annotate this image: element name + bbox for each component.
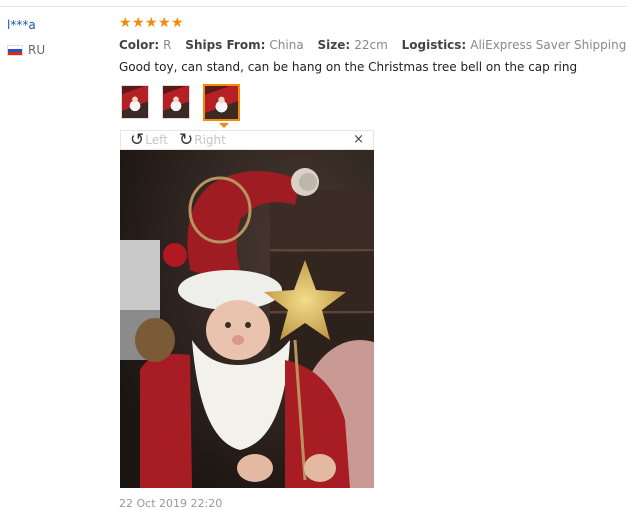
attr-key: Color: [119,38,160,52]
rotate-right-label: Right [194,133,226,147]
star-icon: ★ [119,15,132,31]
star-rating: ★ ★ ★ ★ ★ [119,16,184,30]
russia-flag-icon [7,44,23,56]
star-icon: ★ [171,15,184,31]
attr-key: Logistics: [401,38,467,52]
thumbnail-image [122,86,148,118]
rotate-right-icon: ↻ [179,130,194,150]
santa-photo-image [120,150,374,488]
close-icon[interactable]: × [353,132,364,148]
thumbnail-image [163,86,189,118]
attr-key: Size: [317,38,351,52]
attr-key: Ships From: [185,38,266,52]
star-icon: ★ [132,15,145,31]
active-thumbnail-caret-icon [219,123,229,128]
order-attributes: Color: R Ships From: China Size: 22cm Logis… [119,38,627,52]
image-viewer-toolbar: ↺ Left ↻ Right × [120,130,374,150]
rotate-left-button[interactable]: ↺ Left [130,130,168,150]
divider [0,6,627,7]
thumbnail-image [205,86,238,119]
review-photo [120,150,374,488]
photo-thumbnail[interactable] [121,85,149,119]
attr-value: China [269,38,304,52]
photo-thumbnail-active[interactable] [203,84,240,121]
rotate-left-label: Left [145,133,168,147]
rotate-left-icon: ↺ [130,130,145,150]
photo-thumbnails [121,84,240,121]
rotate-right-button[interactable]: ↻ Right [179,130,226,150]
photo-thumbnail[interactable] [162,85,190,119]
reviewer-country: RU [7,43,45,57]
star-icon: ★ [145,15,158,31]
star-icon: ★ [158,15,171,31]
attr-value: AliExpress Saver Shipping [470,38,627,52]
attr-value: 22cm [354,38,388,52]
attr-value: R [163,38,172,52]
review-text: Good toy, can stand, can be hang on the … [119,60,578,74]
country-code: RU [28,43,46,57]
reviewer-name[interactable]: l***a [7,18,36,32]
